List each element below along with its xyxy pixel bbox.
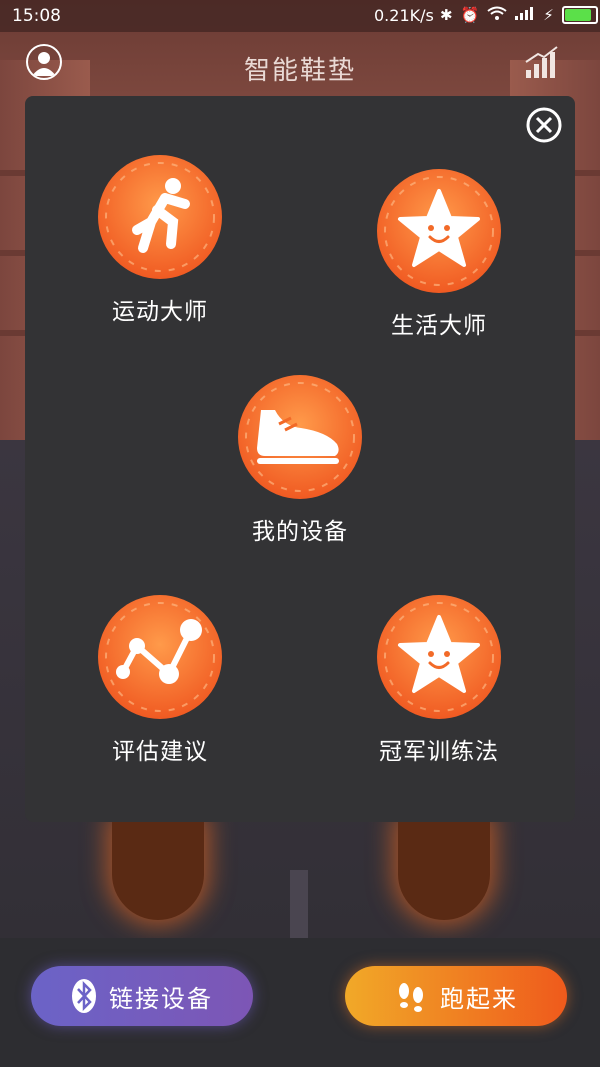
menu-item-label: 评估建议 [112, 739, 208, 765]
menu-item-champion-training[interactable]: 冠军训练法 [339, 592, 539, 766]
menu-item-label: 生活大师 [391, 313, 487, 339]
footprint-right [398, 820, 490, 920]
alarm-icon: ⏰ [460, 6, 480, 24]
close-icon[interactable] [526, 107, 562, 143]
footprints-icon [399, 983, 423, 1012]
menu-item-life-master[interactable]: 生活大师 [339, 166, 539, 340]
menu-item-sport-master[interactable]: 运动大师 [60, 152, 260, 326]
status-time: 15:08 [12, 6, 61, 26]
status-icons: ✱ ⏰ ⚡ [440, 6, 598, 24]
bottom-action-bar: 链接设备 跑起来 [0, 938, 600, 1067]
runner-icon [98, 155, 222, 279]
road-marking [290, 870, 308, 940]
bluetooth-icon [72, 979, 96, 1013]
menu-item-assessment[interactable]: 评估建议 [60, 592, 260, 766]
network-speed: 0.21K/s [374, 6, 434, 25]
trend-line-icon [98, 595, 222, 719]
menu-item-label: 我的设备 [252, 519, 348, 545]
sneaker-icon [238, 375, 362, 499]
signal-icon [515, 6, 535, 24]
charging-icon: ⚡ [543, 6, 554, 24]
menu-item-label: 运动大师 [112, 299, 208, 325]
bar-chart-icon[interactable] [524, 44, 560, 84]
feature-menu-dialog: 运动大师 生活大师 我的设备 评估建议 冠军训练法 [25, 96, 575, 822]
page-title: 智能鞋垫 [243, 56, 356, 86]
battery-icon [561, 6, 598, 24]
status-bar: 15:08 0.21K/s ✱ ⏰ ⚡ [0, 0, 600, 32]
footprint-left [112, 820, 204, 920]
app-header: 智能鞋垫 [0, 32, 600, 96]
wifi-icon [487, 6, 507, 24]
smiling-star-icon [377, 595, 501, 719]
menu-item-my-device[interactable]: 我的设备 [200, 372, 400, 546]
bluetooth-icon: ✱ [440, 6, 453, 24]
start-run-label: 跑起来 [440, 984, 518, 1013]
start-run-button[interactable]: 跑起来 [345, 966, 567, 1026]
smiling-star-icon [377, 169, 501, 293]
connect-device-button[interactable]: 链接设备 [31, 966, 253, 1026]
connect-device-label: 链接设备 [109, 984, 213, 1013]
menu-item-label: 冠军训练法 [379, 739, 499, 765]
